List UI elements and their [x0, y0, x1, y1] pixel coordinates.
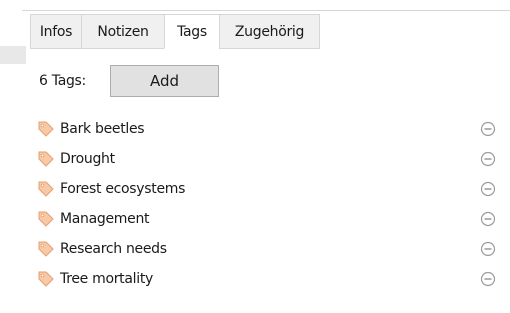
tag-item[interactable]: Tree mortality [36, 264, 496, 294]
tag-icon [38, 241, 54, 257]
tag-icon [38, 151, 54, 167]
tag-label: Tree mortality [60, 271, 154, 287]
tab-tags[interactable]: Tags [164, 15, 219, 49]
top-divider [22, 10, 510, 11]
tab-infos[interactable]: Infos [30, 15, 81, 49]
tag-item[interactable]: Bark beetles [36, 114, 496, 144]
tag-icon [38, 121, 54, 137]
remove-tag-icon[interactable] [480, 151, 496, 167]
item-pane-tabbar: Infos Notizen Tags Zugehörig [30, 14, 320, 49]
tag-icon [38, 181, 54, 197]
tag-label: Forest ecosystems [60, 181, 186, 197]
tag-list: Bark beetles Drought Forest ecosystems M… [36, 114, 496, 294]
tag-label: Management [60, 211, 150, 227]
tags-header: 6 Tags: Add [39, 64, 219, 98]
tag-icon [38, 271, 54, 287]
tag-item[interactable]: Forest ecosystems [36, 174, 496, 204]
tag-item[interactable]: Drought [36, 144, 496, 174]
tag-label: Bark beetles [60, 121, 145, 137]
tag-label: Research needs [60, 241, 167, 257]
tab-zugehoerig[interactable]: Zugehörig [219, 15, 320, 49]
remove-tag-icon[interactable] [480, 211, 496, 227]
remove-tag-icon[interactable] [480, 181, 496, 197]
tag-item[interactable]: Research needs [36, 234, 496, 264]
tag-label: Drought [60, 151, 115, 167]
remove-tag-icon[interactable] [480, 121, 496, 137]
tab-notizen[interactable]: Notizen [81, 15, 164, 49]
tag-count-label: 6 Tags: [39, 73, 86, 89]
tag-item[interactable]: Management [36, 204, 496, 234]
add-tag-button[interactable]: Add [110, 65, 219, 97]
remove-tag-icon[interactable] [480, 241, 496, 257]
remove-tag-icon[interactable] [480, 271, 496, 287]
tag-icon [38, 211, 54, 227]
left-panel-edge [0, 46, 26, 64]
